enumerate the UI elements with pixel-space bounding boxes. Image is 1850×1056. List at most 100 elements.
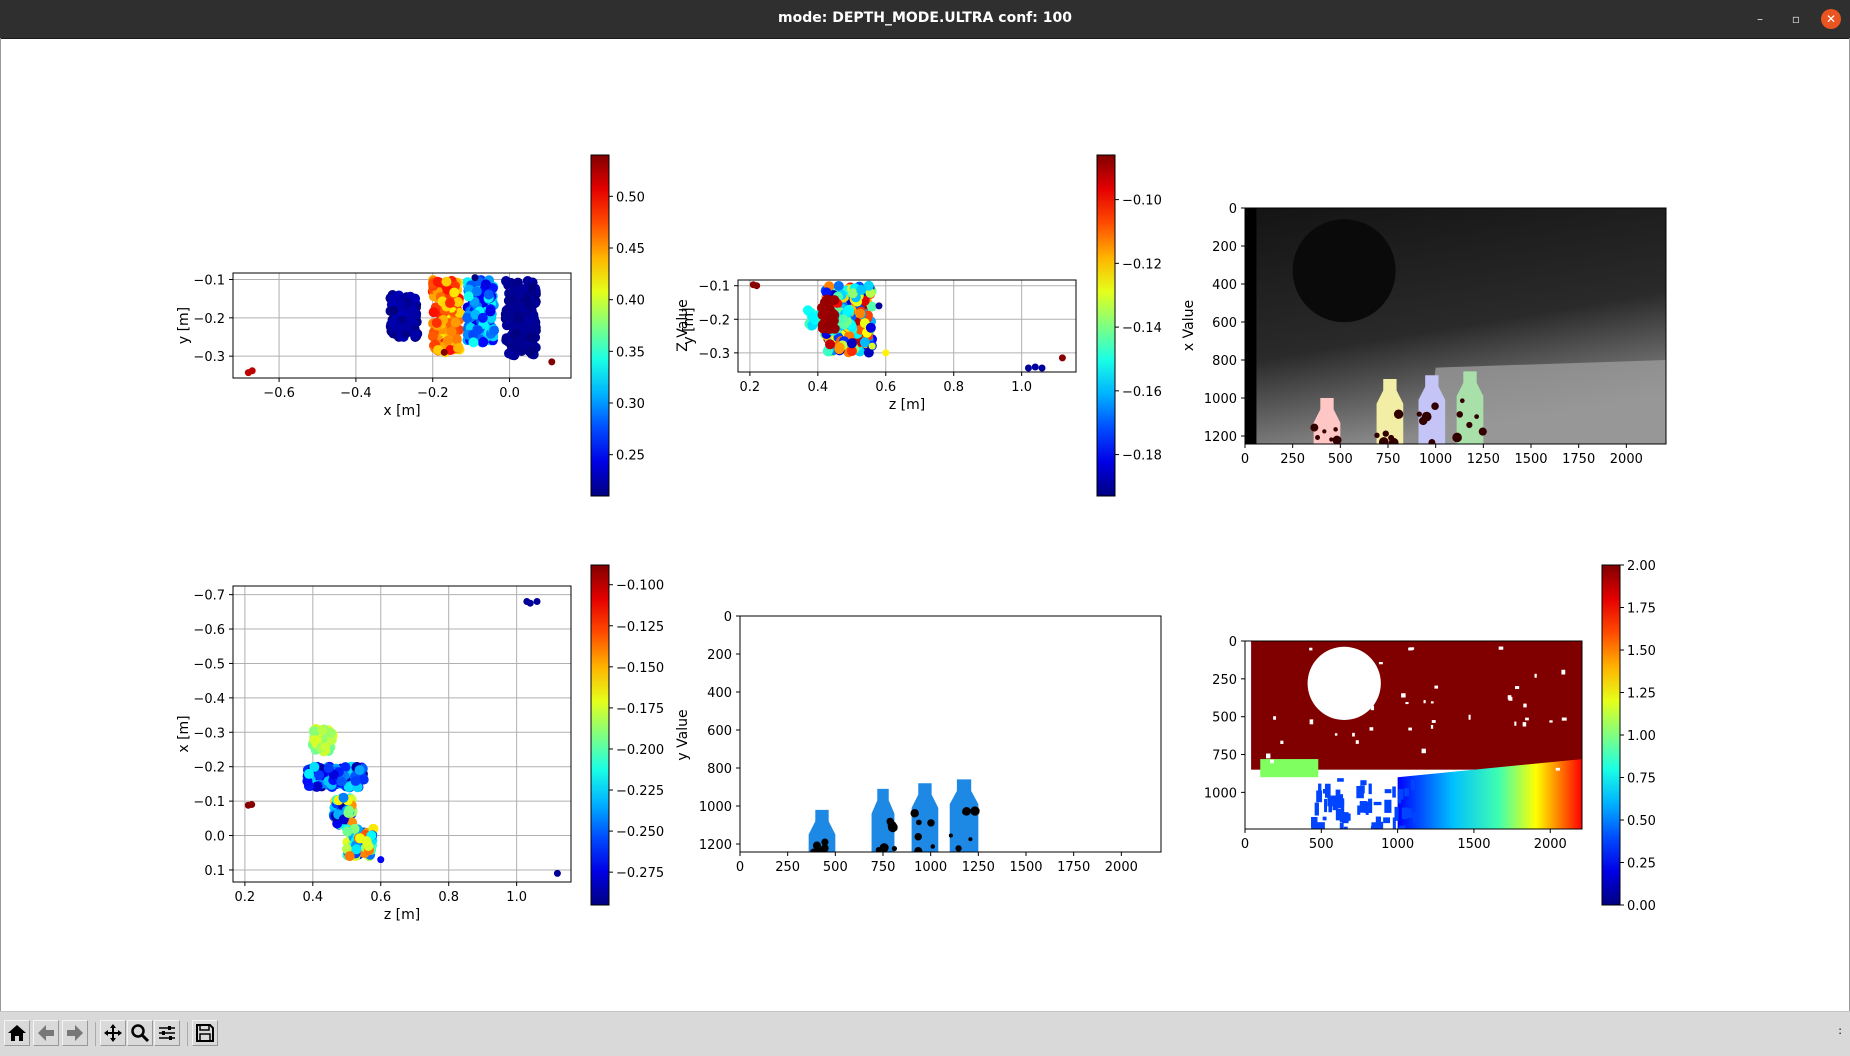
y-tick-label: 400 [1212,278,1237,293]
scatter-point [442,335,453,346]
y-tick-label: 200 [707,648,732,663]
axes-frame [232,585,572,883]
scatter-point [510,337,521,348]
home-button[interactable] [4,1020,30,1046]
scatter-point [396,298,407,309]
scatter-point [856,284,867,295]
scatter-point [336,776,347,787]
x-tick-label: 0 [1241,452,1249,467]
colorbar-tick-label: 0.45 [616,242,645,257]
scatter-point [483,289,494,300]
colorbar-tick-label: −0.225 [616,784,664,799]
y-tick-label: −0.2 [193,312,225,327]
scatter-point [819,309,830,320]
y-axis-label: x [m] [176,715,192,752]
colorbar-tick-label: −0.10 [1122,194,1162,209]
back-button[interactable] [33,1020,59,1046]
x-tick-label: 1000 [914,860,947,875]
zoom-button[interactable] [127,1020,153,1046]
scatter-point [440,348,448,356]
scatter-point [392,322,403,333]
scatter-point [518,284,529,295]
figure-svg: −0.6 −0.4 −0.2 0.0−0.1−0.2−0.3x [m]y [m]0.2… [176,154,1667,923]
scatter-point [527,346,538,357]
x-axis-label: z [m] [889,397,925,413]
x-tick-label: 1250 [1467,452,1500,467]
close-button[interactable]: ✕ [1821,9,1841,29]
colorbar-label: y Value [675,709,691,760]
x-tick-label: 0.4 [807,380,828,395]
x-tick-label: 1250 [962,860,995,875]
x-tick-label: 0 [736,860,744,875]
navigation-toolbar: : [0,1011,1850,1056]
y-tick-label: −0.2 [193,761,225,776]
x-tick-label: 500 [1309,837,1334,852]
scatter-point [477,312,488,323]
x-tick-label: −0.2 [417,386,449,401]
x-tick-label: 500 [823,860,848,875]
x-tick-label: 2000 [1534,837,1567,852]
x-tick-label: 1.0 [506,890,527,905]
depth-heatmap [1245,641,1582,829]
scatter-point [859,337,870,348]
colorbar-tick-label: 0.00 [1627,899,1656,914]
colorbar-tick-label: −0.275 [616,866,664,881]
subplot-p4: 0.2 0.4 0.6 0.8 1.0 −0.7 −0.6 −0.5 −0.4 −0.3 −0.2 −… [176,564,691,923]
scatter-point [882,349,890,357]
scatter-point [504,348,515,359]
scatter-point [553,869,561,877]
x-axis-label: x [m] [383,403,420,419]
colorbar: −0.275 −0.250 −0.225 −0.200 −0.175 −0.150 −0.1… [590,564,691,906]
scatter-points [244,274,556,377]
subplot-p1: −0.6 −0.4 −0.2 0.0 −0.1 −0.2 −0.3 x [m] y [m] 0.2… [176,154,691,497]
scatter-point [432,276,443,287]
scatter-point [338,792,349,803]
scatter-points [749,280,1066,372]
x-tick-label: −0.4 [340,386,372,401]
x-tick-label: 1000 [1419,452,1452,467]
grid [738,280,1076,372]
x-tick-label: 1500 [1009,860,1042,875]
x-tick-label: 0.2 [740,380,761,395]
scatter-point [846,338,857,349]
y-tick-label: 1000 [1204,786,1237,801]
forward-button[interactable] [62,1020,88,1046]
x-tick-label: 1750 [1562,452,1595,467]
y-tick-label: −0.1 [698,280,730,295]
scatter-point [480,279,491,290]
x-tick-label: 1.0 [1011,380,1032,395]
scatter-point [361,836,372,847]
y-tick-label: −0.3 [698,347,730,362]
scatter-point [401,322,412,333]
maximize-button[interactable]: ▫ [1786,9,1806,29]
x-axis-label: z [m] [384,907,420,923]
scatter-point [303,768,314,779]
scatter-point [855,308,866,319]
scatter-point [868,342,876,350]
y-tick-label: −0.6 [193,623,225,638]
scatter-point [244,801,252,809]
scatter-point [317,724,328,735]
scatter-point [1058,354,1066,362]
colorbar-tick-label: −0.250 [616,825,664,840]
configure-subplots-button[interactable] [154,1020,180,1046]
move-icon [104,1024,122,1042]
scatter-point [753,282,761,290]
x-tick-label: 0.2 [235,890,256,905]
scatter-point [354,765,365,776]
scatter-point [526,599,534,607]
y-tick-label: 750 [1212,749,1237,764]
scatter-point [834,342,845,353]
scatter-point [523,299,534,310]
colorbar-tick-label: 0.35 [616,345,645,360]
scatter-point [428,307,439,318]
scatter-point [450,317,461,328]
minimize-button[interactable]: – [1750,9,1770,29]
x-tick-label: 750 [871,860,896,875]
scatter-point [824,320,835,331]
save-button[interactable] [192,1020,218,1046]
scatter-point [377,856,385,864]
x-tick-label: 1500 [1514,452,1547,467]
pan-button[interactable] [100,1020,126,1046]
scatter-point [309,735,320,746]
